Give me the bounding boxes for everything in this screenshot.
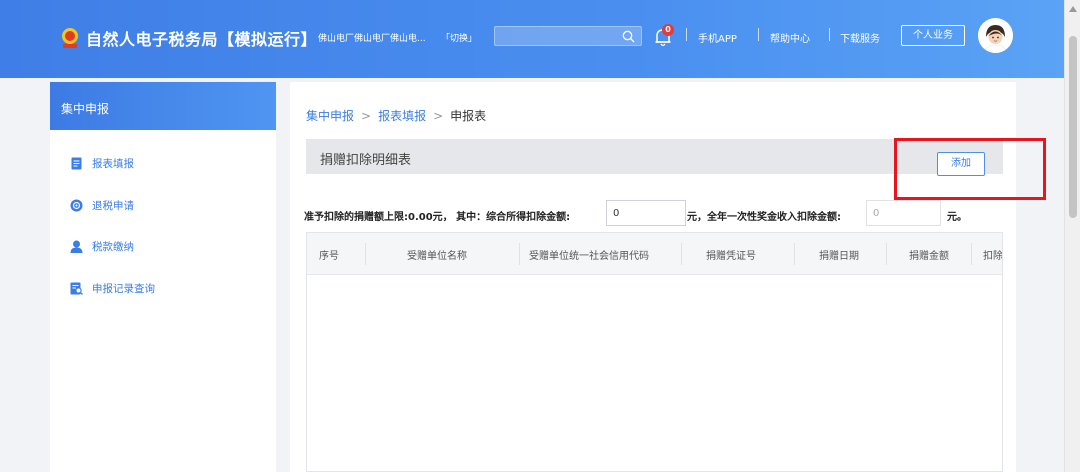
org-name: 佛山电厂佛山电厂佛山电... bbox=[318, 34, 426, 44]
scroll-up-arrow-icon[interactable] bbox=[1069, 6, 1077, 12]
notification-bell[interactable]: 0 bbox=[653, 24, 674, 48]
column-header-donation-amount: 捐赠金额 bbox=[909, 251, 949, 262]
breadcrumb: 集中申报 > 报表填报 > 申报表 bbox=[306, 107, 486, 124]
sidebar-item-tax-payment[interactable]: 税款缴纳 bbox=[70, 237, 134, 255]
tax-logo-icon bbox=[62, 28, 78, 48]
column-divider bbox=[681, 243, 682, 265]
column-header-recipient-name: 受赠单位名称 bbox=[407, 251, 467, 262]
donation-detail-table: 序号 受赠单位名称 受赠单位统一社会信用代码 捐赠凭证号 捐赠日期 捐赠金额 扣… bbox=[306, 232, 1003, 472]
sidebar-item-tax-refund[interactable]: 退税申请 bbox=[70, 196, 134, 214]
refund-icon bbox=[70, 199, 83, 211]
deduction-summary: 准予扣除的捐赠额上限:0.00元， 其中：综合所得扣除金额: 元，全年一次性奖金… bbox=[290, 200, 1016, 230]
column-header-credit-code: 受赠单位统一社会信用代码 bbox=[529, 251, 649, 262]
header-divider bbox=[686, 28, 687, 41]
scrollbar-thumb[interactable] bbox=[1069, 36, 1077, 218]
search-input[interactable] bbox=[499, 28, 611, 44]
breadcrumb-item-centralized-declaration[interactable]: 集中申报 bbox=[306, 109, 354, 123]
user-avatar-icon bbox=[978, 18, 1013, 53]
mobile-app-link[interactable]: 手机APP bbox=[698, 30, 737, 45]
bonus-deduction-input bbox=[866, 200, 941, 226]
column-divider bbox=[519, 243, 520, 265]
comprehensive-deduction-input[interactable] bbox=[606, 200, 686, 226]
download-service-link[interactable]: 下载服务 bbox=[840, 30, 880, 45]
payment-icon bbox=[70, 240, 83, 253]
sidebar-item-label: 税款缴纳 bbox=[92, 240, 134, 253]
unit-label: 元。 bbox=[947, 212, 967, 223]
column-divider bbox=[971, 243, 972, 265]
help-center-link[interactable]: 帮助中心 bbox=[770, 30, 810, 45]
sidebar-header[interactable]: 集中申报 bbox=[50, 82, 276, 130]
breadcrumb-item-form-filling[interactable]: 报表填报 bbox=[378, 109, 426, 123]
sidebar-item-label: 退税申请 bbox=[92, 199, 134, 212]
search-box bbox=[494, 26, 642, 46]
highlight-box bbox=[894, 138, 1046, 200]
section-title: 捐赠扣除明细表 bbox=[320, 153, 412, 168]
column-divider bbox=[886, 243, 887, 265]
sidebar: 集中申报 报表填报 退税申请 税款缴纳 申报记录查询 bbox=[50, 82, 276, 472]
deduction-limit-label: 准予扣除的捐赠额上限:0.00元， 其中：综合所得扣除金额: bbox=[304, 212, 571, 223]
switch-org-link[interactable]: 「切换」 bbox=[441, 31, 477, 44]
column-header-donation-date: 捐赠日期 bbox=[819, 251, 859, 262]
personal-business-button[interactable]: 个人业务 bbox=[901, 25, 965, 46]
site-title: 自然人电子税务局【模拟运行】 bbox=[86, 30, 318, 49]
header-divider bbox=[758, 28, 759, 41]
sidebar-item-label: 报表填报 bbox=[92, 157, 134, 170]
page-scrollbar[interactable] bbox=[1064, 0, 1080, 472]
avatar[interactable] bbox=[978, 18, 1013, 53]
column-header-deduction: 扣除 bbox=[983, 251, 1002, 262]
sidebar-item-label: 申报记录查询 bbox=[92, 282, 155, 295]
breadcrumb-separator: > bbox=[361, 109, 372, 123]
form-icon bbox=[71, 157, 82, 169]
header-divider bbox=[829, 28, 830, 41]
sidebar-item-record-query[interactable]: 申报记录查询 bbox=[70, 279, 155, 297]
bonus-deduction-label: 元，全年一次性奖金收入扣除金额: bbox=[687, 212, 841, 223]
sidebar-item-form-filling[interactable]: 报表填报 bbox=[70, 154, 134, 172]
breadcrumb-item-current: 申报表 bbox=[450, 109, 487, 123]
notification-badge: 0 bbox=[662, 24, 674, 36]
table-header: 序号 受赠单位名称 受赠单位统一社会信用代码 捐赠凭证号 捐赠日期 捐赠金额 扣… bbox=[307, 233, 1002, 275]
column-header-voucher-number: 捐赠凭证号 bbox=[706, 251, 756, 262]
column-divider bbox=[365, 243, 366, 265]
top-header: 自然人电子税务局【模拟运行】 佛山电厂佛山电厂佛山电... 「切换」 0 手机A… bbox=[0, 0, 1064, 78]
breadcrumb-separator: > bbox=[433, 109, 444, 123]
record-search-icon bbox=[70, 282, 83, 295]
search-icon[interactable] bbox=[622, 30, 635, 43]
column-header-index: 序号 bbox=[319, 251, 339, 262]
column-divider bbox=[794, 243, 795, 265]
